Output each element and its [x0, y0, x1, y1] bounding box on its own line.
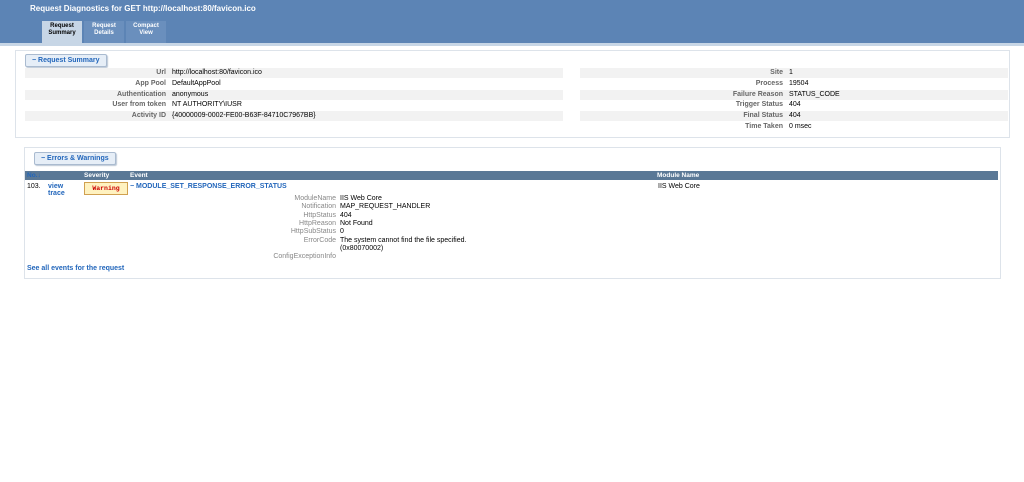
detail-value: MAP_REQUEST_HANDLER: [340, 203, 431, 211]
detail-label: ErrorCode: [303, 236, 336, 244]
tab-bar: Request Summary Request Details Compact …: [42, 21, 166, 43]
summary-row: Trigger Status 404: [580, 100, 1008, 110]
detail-label: HttpReason: [299, 219, 336, 227]
event-detail-row: ErrorCode The system cannot find the file…: [246, 236, 467, 245]
summary-label: Authentication: [117, 90, 166, 98]
detail-label: HttpStatus: [303, 211, 336, 219]
header-bar: Request Diagnostics for GET http://local…: [0, 0, 1024, 46]
summary-label: Process: [755, 79, 783, 87]
column-event: Event: [130, 172, 148, 179]
summary-label: Trigger Status: [735, 101, 783, 109]
summary-value: 19504: [789, 79, 809, 87]
errors-warnings-toggle[interactable]: − Errors & Warnings: [34, 152, 116, 165]
summary-label: Failure Reason: [732, 90, 783, 98]
view-trace-link[interactable]: view trace: [48, 183, 65, 197]
summary-row: App Pool DefaultAppPool: [25, 79, 563, 89]
summary-label: Time Taken: [745, 123, 783, 130]
summary-label: Activity ID: [131, 112, 166, 120]
event-detail-row: ModuleName IIS Web Core: [246, 195, 382, 203]
tab-underline: [0, 43, 1024, 46]
see-all-events-link[interactable]: See all events for the request: [27, 265, 124, 272]
summary-row: Activity ID {40000009-0002-FE00-B63F-8471…: [25, 111, 563, 122]
tab-label: View: [139, 30, 153, 36]
view-trace-label: view: [48, 183, 64, 190]
column-severity: Severity: [84, 172, 110, 179]
summary-value: 1: [789, 69, 793, 76]
event-toggle[interactable]: − MODULE_SET_RESPONSE_ERROR_STATUS: [130, 183, 287, 190]
summary-label: Final Status: [743, 112, 783, 120]
summary-value: 404: [789, 101, 801, 109]
page-title: Request Diagnostics for GET http://local…: [30, 4, 256, 13]
module-name-value: IIS Web Core: [658, 183, 700, 190]
detail-value: 0: [340, 228, 344, 236]
summary-row: Url http://localhost:80/favicon.ico: [25, 68, 563, 78]
summary-row: Site 1: [580, 68, 1008, 78]
detail-label: HttpSubStatus: [290, 228, 336, 236]
summary-row: Process 19504: [580, 79, 1008, 89]
summary-row: Time Taken 0 msec: [580, 122, 1008, 132]
summary-row: Failure Reason STATUS_CODE: [580, 89, 1008, 100]
summary-label: User from token: [112, 101, 166, 109]
summary-value: {40000009-0002-FE00-B63F-84710C7967BB}: [172, 112, 316, 120]
summary-value: anonymous: [172, 90, 209, 98]
tab-label: Request: [50, 23, 74, 29]
tab-label: Compact: [133, 23, 159, 29]
request-summary-toggle[interactable]: − Request Summary: [25, 54, 107, 67]
event-detail-row: HttpReason Not Found: [246, 220, 373, 228]
summary-label: Site: [770, 69, 783, 76]
tab-label: Request: [92, 23, 116, 29]
tab-label: Summary: [48, 30, 76, 36]
detail-label: [246, 245, 336, 253]
summary-value: DefaultAppPool: [172, 79, 221, 87]
detail-value: 404: [340, 211, 352, 219]
tab-request-summary[interactable]: Request Summary: [42, 21, 82, 43]
detail-value: [336, 253, 340, 261]
column-module-name: Module Name: [657, 172, 700, 179]
summary-value: http://localhost:80/favicon.ico: [172, 69, 262, 76]
summary-label: Url: [156, 69, 166, 76]
detail-value: The system cannot find the file specifie…: [340, 236, 467, 244]
summary-value: 404: [789, 112, 801, 120]
event-detail-row: (0x80070002): [246, 245, 383, 253]
summary-row: User from token NT AUTHORITY\IUSR: [25, 100, 563, 110]
event-detail-row: HttpSubStatus 0: [246, 228, 344, 236]
severity-badge: Warning: [84, 182, 128, 195]
summary-value: NT AUTHORITY\IUSR: [172, 101, 242, 109]
detail-value: (0x80070002): [340, 244, 384, 252]
errors-table-header: No.↓ Severity Event Module Name: [25, 171, 998, 180]
summary-row: Final Status 404: [580, 111, 1008, 122]
errors-warnings-panel: [24, 147, 1001, 279]
summary-row: Authentication anonymous: [25, 89, 563, 100]
detail-label: ConfigExceptionInfo: [273, 253, 336, 261]
detail-label: Notification: [301, 203, 336, 211]
tab-label: Details: [94, 30, 114, 36]
detail-value: Not Found: [340, 219, 373, 227]
event-detail-row: ConfigExceptionInfo: [246, 253, 340, 261]
view-trace-label: trace: [48, 190, 65, 197]
detail-value: IIS Web Core: [340, 195, 382, 202]
event-detail-row: HttpStatus 404: [246, 211, 352, 220]
summary-label: App Pool: [135, 79, 166, 87]
summary-value: 0 msec: [789, 123, 812, 130]
summary-value: STATUS_CODE: [789, 90, 840, 98]
detail-label: ModuleName: [294, 195, 336, 202]
tab-request-details[interactable]: Request Details: [84, 21, 124, 43]
tab-compact-view[interactable]: Compact View: [126, 21, 166, 43]
column-no-sort[interactable]: No.↓: [27, 171, 41, 180]
row-number: 103.: [27, 183, 41, 190]
event-detail-row: Notification MAP_REQUEST_HANDLER: [246, 203, 430, 211]
